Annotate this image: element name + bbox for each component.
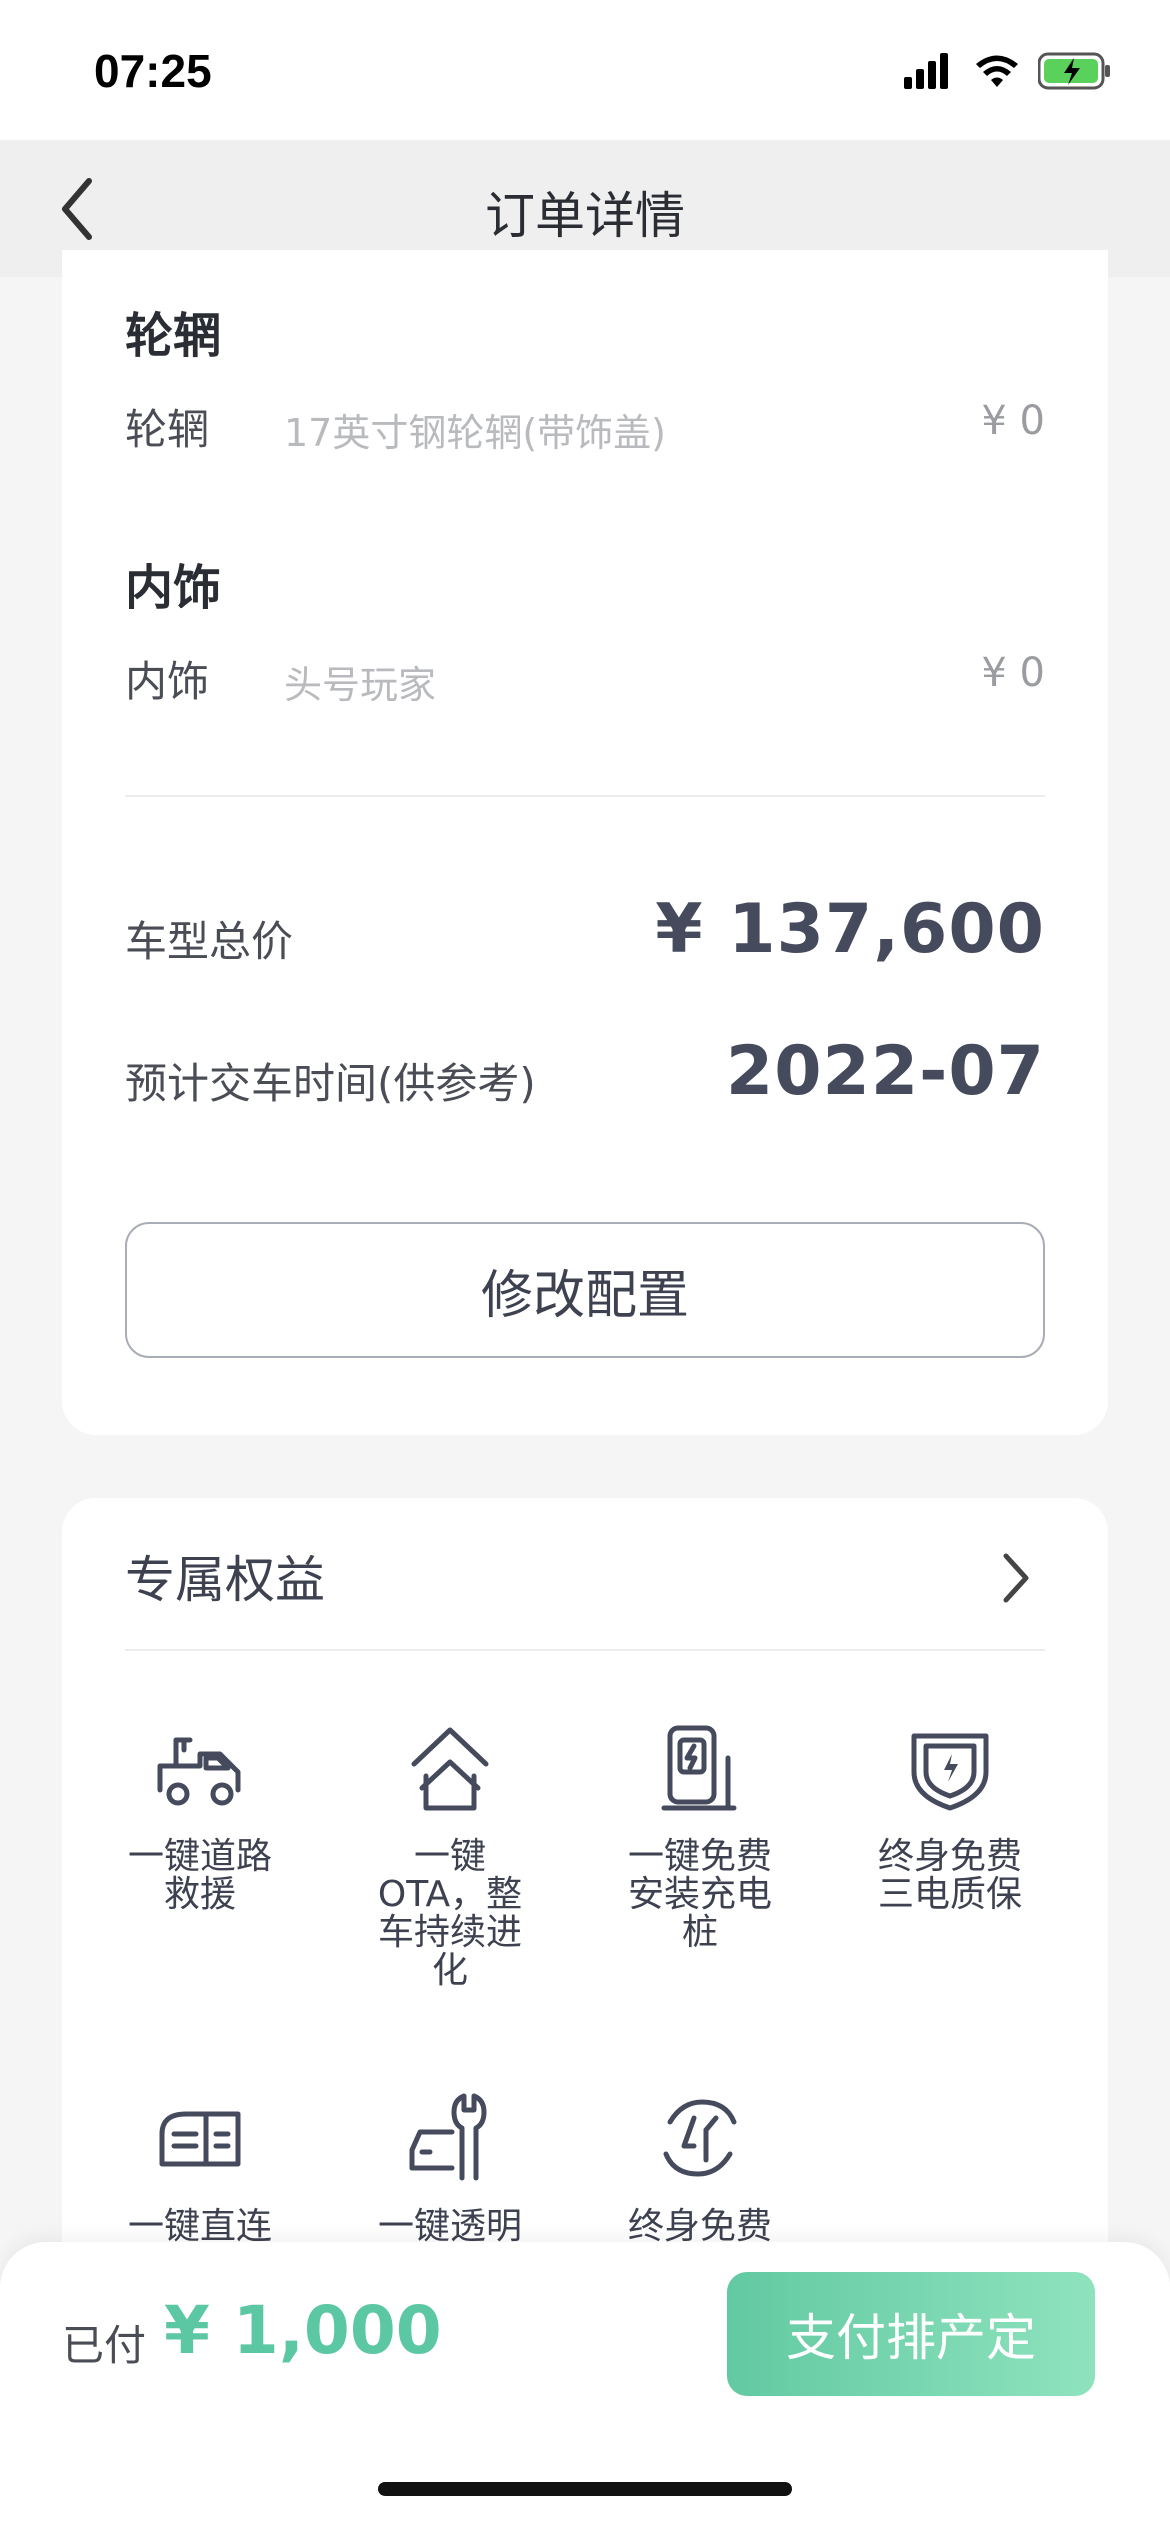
status-icons <box>904 52 1112 90</box>
benefit-label: 一键免费安装充电桩 <box>627 1836 772 1953</box>
wheel-value: 17英寸钢轮辋(带饰盖) <box>284 411 667 455</box>
interior-section-title: 内饰 <box>125 560 222 616</box>
shield-battery-icon <box>911 1733 989 1811</box>
charger-icon <box>661 1725 737 1811</box>
benefits-title[interactable]: 专属权益 <box>125 1540 325 1612</box>
page-title: 订单详情 <box>485 187 685 245</box>
benefit-direct-connect[interactable]: 一键直连 <box>115 2088 285 2246</box>
interior-label: 内饰 <box>125 657 210 706</box>
config-card: 轮辋 轮辋 17英寸钢轮辋(带饰盖) ¥ 0 内饰 内饰 头号玩家 ¥ 0 车型… <box>62 250 1108 1435</box>
signal-icon <box>904 53 948 89</box>
tow-truck-icon <box>157 1737 241 1806</box>
delivery-time-value: 2022-07 <box>725 1032 1045 1111</box>
wifi-icon <box>976 55 1018 87</box>
status-time: 07:25 <box>94 45 212 97</box>
status-bar: 07:25 <box>0 0 1170 140</box>
interior-value: 头号玩家 <box>284 663 437 707</box>
total-price-value: ¥ 137,600 <box>655 890 1045 969</box>
benefit-label: 一键OTA，整车持续进化 <box>377 1836 523 1991</box>
car-wrench-icon <box>409 2093 487 2181</box>
benefit-road-rescue[interactable]: 一键道路救援 <box>115 1718 285 1914</box>
benefit-label: 一键直连 <box>127 2206 272 2247</box>
lifetime-icon <box>663 2099 737 2177</box>
wheel-price: ¥ 0 <box>981 398 1045 444</box>
benefit-lifetime[interactable]: 终身免费 <box>615 2088 785 2246</box>
interior-price: ¥ 0 <box>981 650 1045 696</box>
benefit-label: 终身免费 <box>627 2206 772 2247</box>
home-indicator <box>378 2482 792 2496</box>
ota-upgrade-icon <box>411 1727 489 1811</box>
divider <box>125 1649 1045 1651</box>
battery-charging-icon <box>1038 52 1110 90</box>
wheel-label: 轮辋 <box>125 405 210 454</box>
total-price-label: 车型总价 <box>125 917 294 966</box>
order-detail-page: 07:25 订单详情 轮辋 轮辋 17英寸钢轮辋(带饰盖) ¥ 0 内饰 内饰 … <box>0 0 1170 2532</box>
benefit-ota[interactable]: 一键OTA，整车持续进化 <box>365 1718 535 1990</box>
benefit-label: 一键道路救援 <box>127 1836 272 1915</box>
modify-config-button[interactable]: 修改配置 <box>125 1222 1045 1358</box>
delivery-time-label: 预计交车时间(供参考) <box>125 1059 536 1108</box>
benefit-label: 终身免费三电质保 <box>877 1836 1022 1915</box>
chevron-right-icon[interactable] <box>996 1548 1036 1608</box>
benefit-transparent[interactable]: 一键透明 <box>365 2088 535 2246</box>
pay-production-button[interactable]: 支付排产定 <box>727 2272 1095 2396</box>
connect-icon <box>159 2111 241 2167</box>
divider <box>125 795 1045 797</box>
paid-label: 已付 <box>62 2321 147 2370</box>
benefit-warranty[interactable]: 终身免费三电质保 <box>865 1718 1035 1914</box>
wheel-section-title: 轮辋 <box>125 308 222 364</box>
benefit-label: 一键透明 <box>377 2206 522 2247</box>
benefit-charger[interactable]: 一键免费安装充电桩 <box>615 1718 785 1952</box>
paid-amount: ¥ 1,000 <box>164 2292 442 2369</box>
